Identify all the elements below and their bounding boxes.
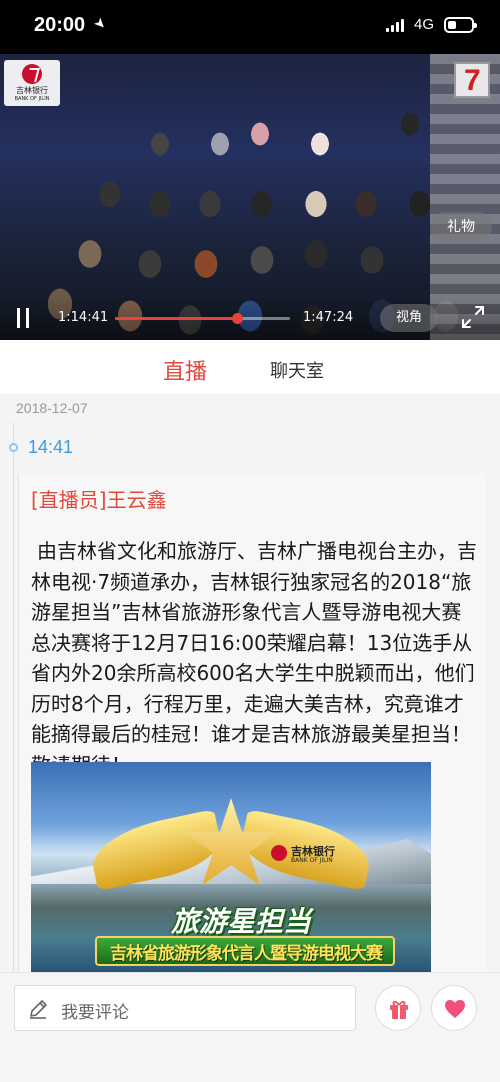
location-arrow-icon: ➤ bbox=[90, 14, 110, 34]
comment-bar: 我要评论 bbox=[0, 972, 500, 1082]
timeline-line bbox=[13, 422, 14, 972]
poster-sponsor-logo: 吉林银行 BANK OF JILIN bbox=[271, 842, 363, 868]
player-controls: 1:14:41 1:47:24 视角 bbox=[0, 296, 500, 340]
like-button[interactable] bbox=[431, 985, 477, 1031]
bank-logo-icon bbox=[22, 64, 42, 84]
pencil-icon bbox=[27, 998, 49, 1020]
current-time: 1:14:41 bbox=[58, 310, 109, 325]
post-card: [直播员]王云鑫 由吉林省文化和旅游厅、吉林广播电视台主办，吉林电视·7频道承办… bbox=[18, 474, 486, 972]
angle-button[interactable]: 视角 bbox=[380, 304, 438, 332]
total-time: 1:47:24 bbox=[303, 310, 354, 325]
live-feed[interactable]: 2018-12-07 14:41 [直播员]王云鑫 由吉林省文化和旅游厅、吉林广… bbox=[0, 394, 500, 972]
comment-placeholder: 我要评论 bbox=[61, 1003, 129, 1023]
comment-input[interactable]: 我要评论 bbox=[14, 985, 356, 1031]
battery-icon bbox=[444, 17, 477, 33]
poster-title: 旅游星担当 bbox=[171, 905, 312, 938]
feed-date: 2018-12-07 bbox=[16, 400, 88, 416]
status-bar: 20:00 ➤ 4G bbox=[0, 0, 500, 54]
tab-live[interactable]: 直播 bbox=[163, 354, 207, 386]
post-author: [直播员]王云鑫 bbox=[31, 488, 167, 512]
tab-chatroom[interactable]: 聊天室 bbox=[270, 357, 324, 383]
poster-sponsor-en: BANK OF JILIN bbox=[291, 857, 333, 864]
bank-logo-icon bbox=[271, 845, 287, 861]
progress-fill bbox=[115, 317, 237, 320]
network-type: 4G bbox=[414, 16, 435, 33]
send-gift-button[interactable] bbox=[375, 985, 421, 1031]
gift-icon bbox=[390, 1000, 408, 1019]
timeline-dot bbox=[9, 443, 18, 452]
signal-icon bbox=[386, 18, 404, 32]
post-image[interactable]: 吉林银行 BANK OF JILIN 旅游星担当 吉林省旅游形象代言人暨导游电视… bbox=[31, 762, 431, 972]
post-body: 由吉林省文化和旅游厅、吉林广播电视台主办，吉林电视·7频道承办，吉林银行独家冠名… bbox=[31, 539, 477, 777]
progress-knob[interactable] bbox=[231, 313, 243, 324]
post-time: 14:41 bbox=[28, 437, 74, 457]
channel-logo-en: BANK OF JILIN bbox=[14, 96, 50, 102]
tab-bar: 直播 聊天室 bbox=[0, 340, 500, 394]
progress-bar[interactable] bbox=[115, 313, 290, 324]
heart-icon bbox=[445, 1000, 465, 1018]
video-player[interactable]: 吉林银行 BANK OF JILIN 礼物 1:14:41 1:47:24 视角 bbox=[0, 54, 500, 340]
pause-icon[interactable] bbox=[16, 308, 30, 328]
channel-logo: 吉林银行 BANK OF JILIN bbox=[4, 60, 60, 106]
fullscreen-icon[interactable] bbox=[460, 304, 486, 330]
status-time: 20:00 bbox=[34, 14, 86, 36]
gift-button[interactable]: 礼物 bbox=[430, 212, 492, 242]
channel-logo-cn: 吉林银行 bbox=[16, 86, 48, 95]
channel-7-logo-icon bbox=[454, 62, 490, 98]
poster-subtitle: 吉林省旅游形象代言人暨导游电视大赛 bbox=[110, 944, 383, 964]
